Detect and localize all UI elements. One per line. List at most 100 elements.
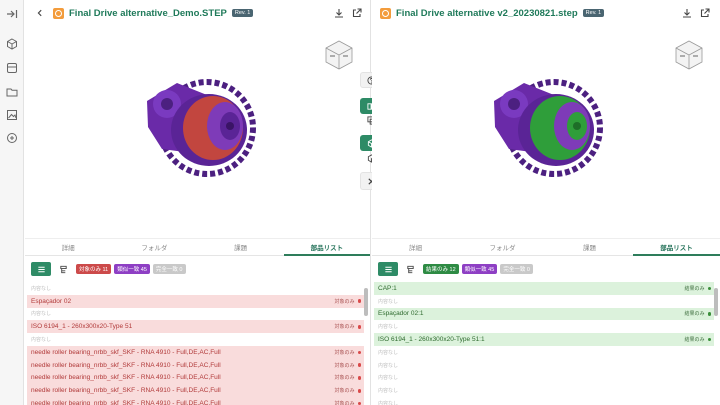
part-model [147, 79, 256, 177]
view-cube-icon[interactable] [672, 38, 706, 72]
part-row[interactable]: needle roller bearing_nrbb_skf_SKF - RNA… [27, 371, 364, 385]
open-external-icon[interactable] [698, 6, 712, 20]
file-title: Final Drive alternative_Demo.STEP [69, 7, 227, 19]
open-external-icon[interactable] [350, 6, 364, 20]
empty-row: 内容なし [374, 295, 714, 308]
right-scrollbar[interactable] [714, 288, 718, 316]
part-name: 内容なし [31, 285, 52, 292]
filter-chip-exact[interactable]: 完全一致 0 [500, 264, 533, 274]
tab-details[interactable]: 詳細 [372, 239, 459, 255]
view-cube-icon[interactable] [322, 38, 356, 72]
part-name: needle roller bearing_nrbb_skf_SKF - RNA… [31, 374, 221, 382]
right-list-toolbar: 結果のみ 12 類似一致 45 完全一致 0 [372, 258, 720, 280]
filter-chip-target-only[interactable]: 対象のみ 11 [76, 264, 112, 274]
status-dot-icon [357, 376, 361, 380]
back-icon[interactable] [33, 6, 47, 20]
tree-view-button[interactable] [53, 262, 73, 276]
status-dot-icon [707, 312, 711, 316]
filter-chip-similar[interactable]: 類似一致 45 [461, 264, 498, 274]
collapse-icon[interactable] [4, 6, 20, 22]
part-row[interactable]: Espaçador 02 対象のみ [27, 294, 364, 308]
part-name: 内容なし [31, 311, 52, 318]
download-icon[interactable] [332, 6, 346, 20]
part-status: 対象のみ [334, 349, 355, 356]
list-icon [37, 266, 45, 272]
right-pane: Final Drive alternative v2_20230821.step… [372, 0, 720, 405]
part-status: 結果のみ [684, 311, 705, 318]
empty-row: 内容なし [374, 359, 714, 372]
part-name: needle roller bearing_nrbb_skf_SKF - RNA… [31, 348, 221, 356]
tree-icon [59, 265, 67, 273]
revision-badge: Rev. 1 [582, 9, 605, 17]
part-row[interactable]: ISO 6194_1 - 260x300x20-Type 51:1 結果のみ [374, 333, 714, 346]
filter-chip-result-only[interactable]: 結果のみ 12 [423, 264, 459, 274]
empty-row: 内容なし [374, 320, 714, 333]
revision-badge: Rev. 1 [231, 9, 254, 17]
empty-row: 内容なし [374, 384, 714, 397]
part-status: 結果のみ [684, 337, 705, 344]
download-icon[interactable] [680, 6, 694, 20]
status-dot-icon [357, 363, 361, 367]
box-icon[interactable] [4, 60, 20, 76]
status-dot-icon [357, 299, 361, 303]
left-rail [0, 0, 24, 405]
left-header: Final Drive alternative_Demo.STEP Rev. 1 [25, 0, 370, 26]
empty-row: 内容なし [27, 282, 364, 295]
part-row[interactable]: Espaçador 02:1 結果のみ [374, 307, 714, 321]
empty-row: 内容なし [27, 333, 364, 346]
list-view-button[interactable] [378, 262, 398, 276]
file-title: Final Drive alternative v2_20230821.step [396, 7, 578, 19]
part-status: 対象のみ [334, 401, 355, 405]
tab-folder[interactable]: フォルダ [111, 239, 197, 255]
status-dot-icon [707, 337, 711, 342]
list-icon [384, 266, 392, 272]
empty-row: 内容なし [374, 372, 714, 385]
right-tabs: 詳細 フォルダ 課題 部品リスト [372, 238, 720, 256]
part-name: CAP:1 [378, 284, 397, 292]
part-status: 対象のみ [334, 388, 355, 395]
filter-chip-similar[interactable]: 類似一致 45 [114, 264, 150, 274]
tree-view-button[interactable] [400, 262, 420, 276]
image-icon[interactable] [4, 107, 20, 123]
part-name: 内容なし [31, 337, 52, 344]
status-dot-icon [357, 350, 361, 355]
left-scrollbar[interactable] [364, 288, 368, 316]
empty-row: 内容なし [374, 397, 714, 405]
file-icon [53, 7, 64, 19]
part-status: 対象のみ [334, 362, 355, 369]
right-3d-viewer[interactable] [372, 26, 720, 238]
tab-parts-list[interactable]: 部品リスト [283, 239, 371, 256]
right-header: Final Drive alternative v2_20230821.step… [372, 0, 720, 26]
empty-row: 内容なし [374, 346, 714, 359]
folder-icon[interactable] [4, 84, 20, 100]
tab-details[interactable]: 詳細 [25, 239, 111, 255]
part-row[interactable]: needle roller bearing_nrbb_skf_SKF - RNA… [27, 384, 364, 398]
tree-icon [406, 265, 414, 273]
status-dot-icon [707, 286, 711, 291]
part-row[interactable]: needle roller bearing_nrbb_skf_SKF - RNA… [27, 397, 364, 405]
part-row[interactable]: CAP:1 結果のみ [374, 282, 714, 295]
left-tabs: 詳細 フォルダ 課題 部品リスト [25, 238, 371, 256]
part-row[interactable]: needle roller bearing_nrbb_skf_SKF - RNA… [27, 358, 364, 372]
tab-parts-list[interactable]: 部品リスト [633, 239, 720, 256]
part-name: ISO 6194_1 - 260x300x20-Type 51 [31, 323, 133, 331]
part-name: needle roller bearing_nrbb_skf_SKF - RNA… [31, 387, 221, 395]
part-name: Espaçador 02:1 [378, 310, 424, 318]
part-row[interactable]: ISO 6194_1 - 260x300x20-Type 51 対象のみ [27, 320, 364, 334]
filter-chip-exact[interactable]: 完全一致 0 [152, 264, 186, 274]
left-3d-viewer[interactable] [25, 26, 370, 238]
right-parts-list[interactable]: CAP:1 結果のみ 内容なし Espaçador 02:1 結果のみ 内容なし ISO 6… [372, 282, 720, 405]
tab-folder[interactable]: フォルダ [459, 239, 546, 255]
tab-issues[interactable]: 課題 [198, 239, 284, 255]
cube-icon[interactable] [4, 36, 20, 52]
part-name: Espaçador 02 [31, 297, 72, 305]
part-row[interactable]: needle roller bearing_nrbb_skf_SKF - RNA… [27, 345, 364, 359]
part-name: 内容なし [378, 375, 399, 382]
compare-icon[interactable] [4, 130, 20, 146]
left-pane: Final Drive alternative_Demo.STEP Rev. 1… [25, 0, 371, 405]
list-view-button[interactable] [31, 262, 51, 276]
tab-issues[interactable]: 課題 [546, 239, 633, 255]
status-dot-icon [357, 389, 361, 393]
left-parts-list[interactable]: 内容なし Espaçador 02 対象のみ 内容なし ISO 6194_1 - 260… [25, 282, 370, 405]
part-status: 対象のみ [334, 298, 355, 305]
